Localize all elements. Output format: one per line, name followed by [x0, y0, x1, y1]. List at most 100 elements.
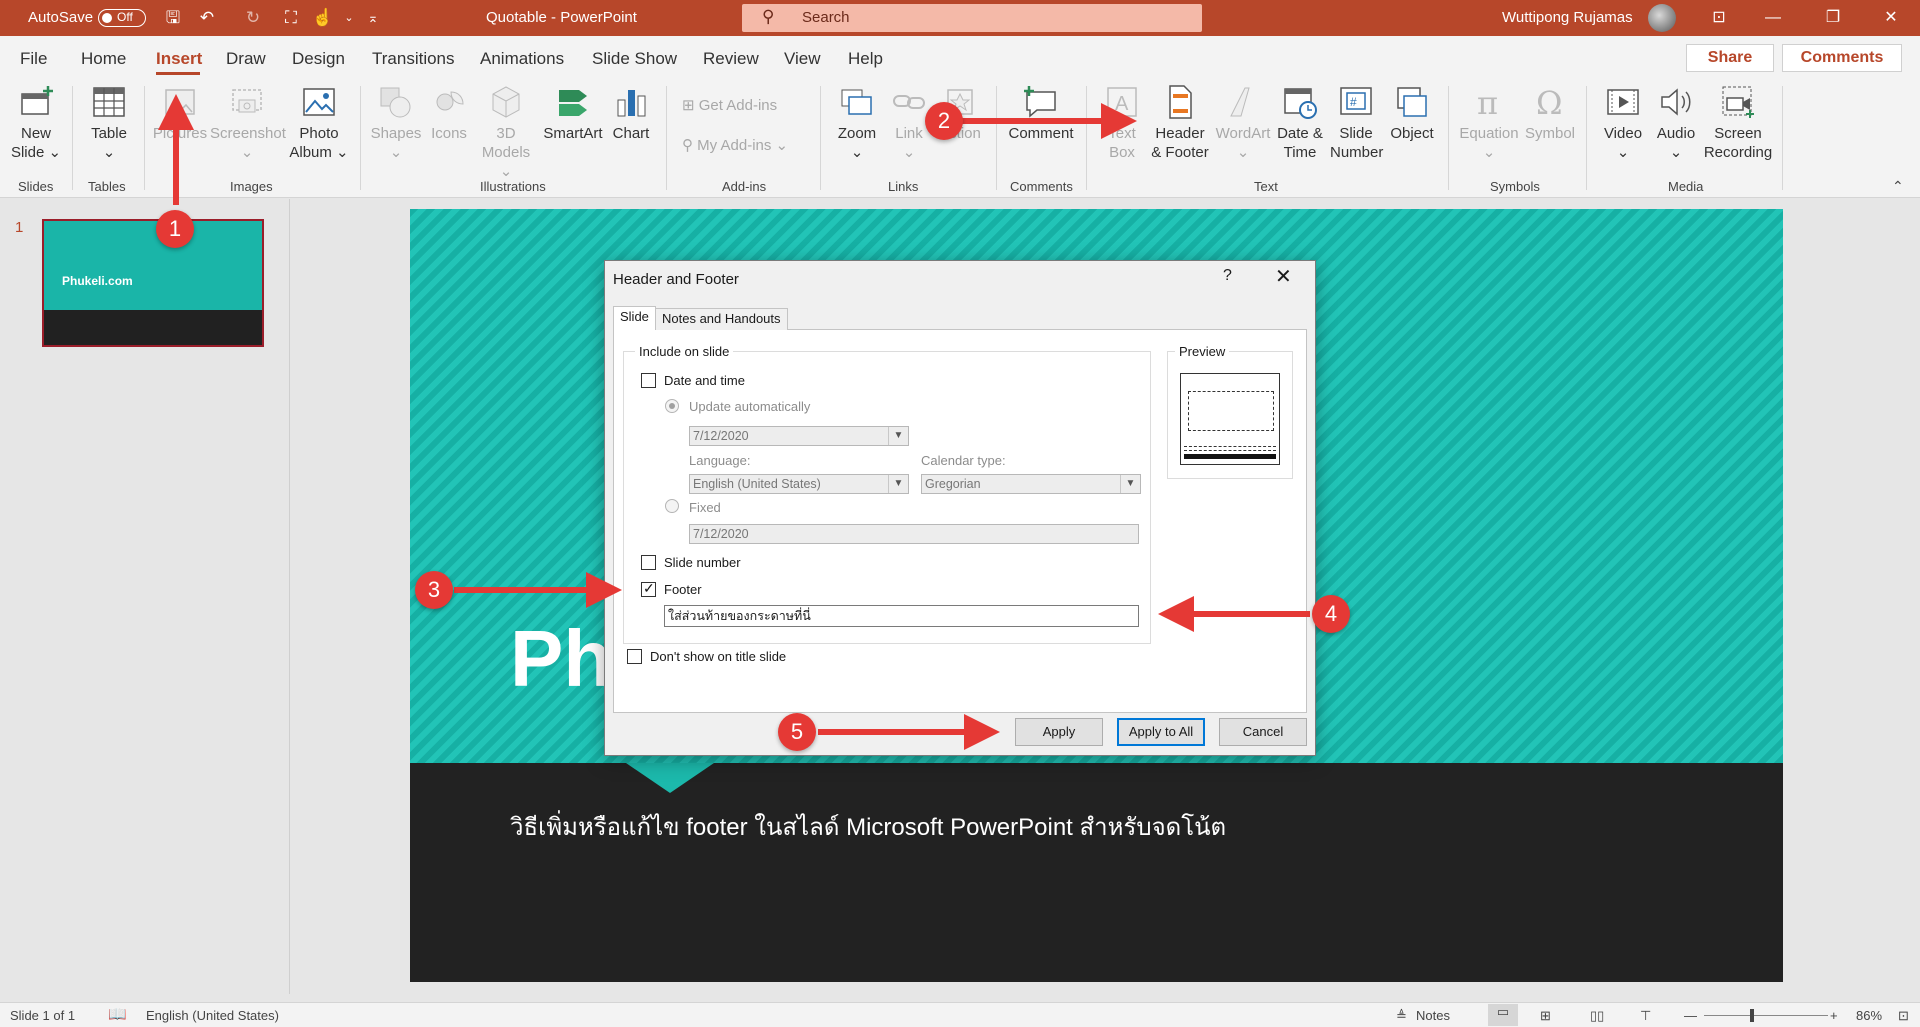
slide-footer-text[interactable]: วิธีเพิ่มหรือแก้ไข footer ในสไลด์ Micros…	[510, 807, 1226, 846]
get-addins-button[interactable]: ⊞ Get Add-ins	[682, 96, 777, 114]
date-time-checkbox[interactable]	[641, 373, 656, 388]
svg-text:#: #	[1350, 95, 1357, 109]
dont-show-title-checkbox[interactable]	[627, 649, 642, 664]
equation-button[interactable]: π Equation ⌄	[1456, 84, 1522, 162]
my-addins-button[interactable]: ⚲ My Add-ins ⌄	[682, 136, 788, 154]
shapes-button[interactable]: Shapes ⌄	[368, 84, 424, 162]
group-label-links: Links	[888, 179, 919, 194]
slide-number-checkbox[interactable]	[641, 555, 656, 570]
comment-button[interactable]: Comment	[1004, 84, 1078, 143]
date-format-select[interactable]: 7/12/2020 ▼	[689, 426, 909, 446]
pictures-button[interactable]: Pictures	[152, 84, 208, 143]
audio-button[interactable]: Audio ⌄	[1652, 84, 1700, 162]
slide-sorter-icon[interactable]: ⊞	[1540, 1008, 1551, 1024]
tab-animations[interactable]: Animations	[480, 49, 564, 69]
comments-button[interactable]: Comments	[1782, 44, 1902, 72]
screen-recording-button[interactable]: Screen Recording	[1702, 84, 1774, 162]
undo-icon[interactable]: ↶	[196, 8, 218, 28]
screenshot-button[interactable]: Screenshot ⌄	[210, 84, 286, 162]
slide-title[interactable]: Ph	[510, 613, 612, 705]
group-label-tables: Tables	[88, 179, 126, 194]
normal-view-icon[interactable]: ▭	[1488, 1004, 1518, 1026]
tab-insert[interactable]: Insert	[156, 49, 202, 69]
cancel-button[interactable]: Cancel	[1219, 718, 1307, 746]
avatar[interactable]	[1648, 4, 1676, 32]
autosave-toggle[interactable]: Off	[98, 9, 146, 27]
autosave-label: AutoSave	[28, 9, 94, 26]
object-label: Object	[1390, 125, 1434, 142]
preview-footer-bar	[1184, 454, 1276, 459]
video-label: Video	[1603, 125, 1643, 142]
reading-view-icon[interactable]: ▯▯	[1590, 1008, 1604, 1024]
minimize-icon[interactable]: —	[1750, 0, 1796, 36]
apply-button[interactable]: Apply	[1015, 718, 1103, 746]
footer-text-input[interactable]: ใส่ส่วนท้ายของกระดาษที่นี่	[664, 605, 1139, 627]
tab-view[interactable]: View	[784, 49, 821, 69]
3d-models-button[interactable]: 3D Models ⌄	[476, 84, 536, 181]
store-icon: ⊞	[682, 97, 695, 114]
save-icon[interactable]: 🖫	[162, 8, 184, 28]
zoom-out-icon[interactable]: —	[1684, 1008, 1697, 1023]
help-icon[interactable]: ?	[1223, 267, 1232, 285]
icons-button[interactable]: Icons	[426, 84, 472, 143]
symbol-button[interactable]: Ω Symbol	[1522, 84, 1578, 143]
toggle-knob	[102, 12, 112, 23]
chevron-down-icon[interactable]: ⌄	[338, 8, 360, 28]
chart-button[interactable]: Chart	[608, 84, 654, 143]
notes-button[interactable]: Notes	[1416, 1008, 1450, 1023]
ribbon-display-icon[interactable]: ⊡	[1696, 0, 1742, 36]
collapse-ribbon-icon[interactable]: ⌃	[1892, 178, 1904, 195]
text-box-button[interactable]: A Text Box	[1094, 84, 1150, 162]
tab-file[interactable]: File	[20, 49, 47, 69]
redo-icon[interactable]: ↻	[242, 8, 264, 28]
tab-draw[interactable]: Draw	[226, 49, 266, 69]
slideshow-view-icon[interactable]: ⊤	[1640, 1008, 1651, 1024]
tab-design[interactable]: Design	[292, 49, 345, 69]
tab-slide-show[interactable]: Slide Show	[592, 49, 677, 69]
table-button[interactable]: Table ⌄	[84, 84, 134, 162]
date-time-button[interactable]: Date & Time	[1274, 84, 1326, 162]
spellcheck-icon[interactable]: 📖	[108, 1005, 127, 1023]
present-icon[interactable]: ⛶	[280, 8, 302, 28]
user-name[interactable]: Wuttipong Rujamas	[1502, 0, 1633, 36]
slide-thumbnail[interactable]: Phukeli.com	[42, 219, 264, 347]
restore-icon[interactable]: ❐	[1810, 0, 1856, 36]
tab-review[interactable]: Review	[703, 49, 759, 69]
object-button[interactable]: Object	[1384, 84, 1440, 143]
search-box[interactable]: ⚲ Search	[742, 4, 1202, 32]
zoom-level[interactable]: 86%	[1856, 1008, 1882, 1023]
zoom-in-icon[interactable]: +	[1830, 1008, 1838, 1023]
touch-mode-icon[interactable]: ☝	[312, 8, 334, 28]
header-footer-button[interactable]: Header & Footer	[1148, 84, 1212, 162]
tab-slide[interactable]: Slide	[613, 306, 656, 330]
wordart-button[interactable]: WordArt ⌄	[1214, 84, 1272, 162]
zoom-slider-track[interactable]	[1704, 1015, 1828, 1016]
smartart-button[interactable]: SmartArt	[542, 84, 604, 143]
footer-checkbox[interactable]	[641, 580, 656, 597]
tab-transitions[interactable]: Transitions	[372, 49, 455, 69]
close-icon[interactable]: ✕	[1868, 0, 1914, 36]
language-select[interactable]: English (United States) ▼	[689, 474, 909, 494]
slide-number-button[interactable]: # Slide Number	[1330, 84, 1383, 162]
video-button[interactable]: Video ⌄	[1596, 84, 1650, 162]
calendar-select[interactable]: Gregorian ▼	[921, 474, 1141, 494]
new-slide-button[interactable]: New Slide ⌄	[10, 84, 62, 162]
language-status[interactable]: English (United States)	[146, 1008, 279, 1023]
zoom-slider-thumb[interactable]	[1750, 1009, 1754, 1022]
apply-all-label: Apply to All	[1128, 724, 1194, 739]
photo-album-button[interactable]: Photo Album ⌄	[288, 84, 350, 162]
zoom-button[interactable]: Zoom ⌄	[830, 84, 884, 162]
notes-icon[interactable]: ≜	[1396, 1008, 1407, 1024]
tab-help[interactable]: Help	[848, 49, 883, 69]
fixed-date-field[interactable]: 7/12/2020	[689, 524, 1139, 544]
group-label-symbols: Symbols	[1490, 179, 1540, 194]
apply-to-all-button[interactable]: Apply to All	[1117, 718, 1205, 746]
close-icon[interactable]: ✕	[1275, 264, 1292, 289]
share-button[interactable]: Share	[1686, 44, 1774, 72]
fit-slide-icon[interactable]: ⊡	[1898, 1008, 1909, 1024]
update-auto-radio[interactable]	[665, 399, 679, 413]
fixed-radio[interactable]	[665, 499, 679, 513]
tab-notes-handouts[interactable]: Notes and Handouts	[655, 308, 788, 330]
customize-qat-icon[interactable]: ⌅	[362, 8, 384, 28]
tab-home[interactable]: Home	[81, 49, 126, 69]
